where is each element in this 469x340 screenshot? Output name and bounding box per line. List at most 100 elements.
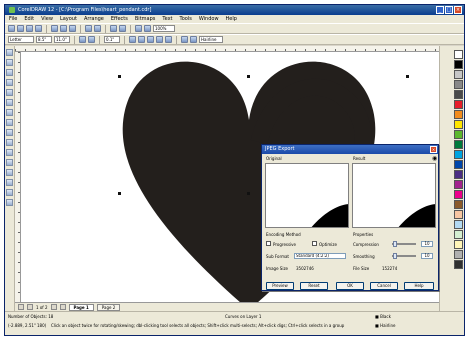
color-swatch[interactable] [454, 230, 463, 239]
corel-online-icon[interactable] [144, 25, 151, 32]
color-swatch[interactable] [454, 70, 463, 79]
color-swatch[interactable] [454, 220, 463, 229]
selection-handle[interactable] [247, 75, 250, 78]
portrait-icon[interactable] [79, 36, 86, 43]
color-swatch[interactable] [454, 60, 463, 69]
menu-bitmaps[interactable]: Bitmaps [135, 16, 156, 22]
shape-tool-icon[interactable] [6, 59, 13, 66]
interactive-fill-tool-icon[interactable] [6, 199, 13, 206]
previous-page-icon[interactable] [27, 304, 33, 310]
reset-button[interactable]: Reset [300, 282, 328, 290]
copy-icon[interactable] [60, 25, 67, 32]
compression-value-field[interactable]: 10 [421, 241, 433, 247]
color-swatch[interactable] [454, 150, 463, 159]
mirror-horizontal-icon[interactable] [138, 36, 145, 43]
smart-fill-tool-icon[interactable] [6, 99, 13, 106]
print-icon[interactable] [35, 25, 42, 32]
save-icon[interactable] [26, 25, 33, 32]
import-icon[interactable] [110, 25, 117, 32]
color-swatch[interactable] [454, 260, 463, 269]
color-swatch[interactable] [454, 180, 463, 189]
last-page-icon[interactable] [59, 304, 66, 310]
color-swatch[interactable] [454, 80, 463, 89]
break-apart-icon[interactable] [156, 36, 163, 43]
menu-file[interactable]: File [9, 16, 17, 22]
ellipse-tool-icon[interactable] [6, 119, 13, 126]
color-swatch[interactable] [454, 140, 463, 149]
tab-page-1[interactable]: Page 1 [68, 303, 94, 311]
zoom-preview-icon[interactable]: ◉ [432, 155, 437, 162]
color-swatch[interactable] [454, 240, 463, 249]
color-swatch[interactable] [454, 200, 463, 209]
rotate-icon[interactable] [129, 36, 136, 43]
color-swatch[interactable] [454, 170, 463, 179]
cut-icon[interactable] [51, 25, 58, 32]
color-swatch[interactable] [454, 120, 463, 129]
basic-shapes-tool-icon[interactable] [6, 139, 13, 146]
color-swatch[interactable] [454, 100, 463, 109]
color-swatch[interactable] [454, 50, 463, 59]
optimize-checkbox[interactable] [312, 241, 317, 246]
color-swatch[interactable] [454, 130, 463, 139]
sub-format-select[interactable]: Standard (4:2:2) [294, 253, 346, 259]
close-icon[interactable]: × [454, 6, 462, 14]
selection-handle[interactable] [247, 192, 250, 195]
selection-handle[interactable] [406, 75, 409, 78]
menu-effects[interactable]: Effects [111, 16, 128, 22]
zoom-tool-icon[interactable] [6, 79, 13, 86]
new-document-icon[interactable] [8, 25, 15, 32]
menu-edit[interactable]: Edit [24, 16, 34, 22]
preview-button[interactable]: Preview [266, 282, 294, 290]
progressive-checkbox[interactable] [266, 241, 271, 246]
page-width-field[interactable]: 8.5" [36, 36, 52, 43]
compression-slider-thumb[interactable] [393, 241, 397, 247]
dialog-close-icon[interactable]: × [430, 146, 437, 153]
maximize-icon[interactable]: □ [445, 6, 453, 14]
menu-view[interactable]: View [41, 16, 53, 22]
original-preview[interactable] [265, 163, 349, 228]
crop-tool-icon[interactable] [6, 69, 13, 76]
color-swatch[interactable] [454, 210, 463, 219]
outline-width-select[interactable]: Hairline [199, 36, 223, 43]
convert-to-curves-icon[interactable] [165, 36, 172, 43]
smoothing-value-field[interactable]: 10 [421, 253, 433, 259]
page-height-field[interactable]: 11.0" [54, 36, 70, 43]
menu-layout[interactable]: Layout [60, 16, 77, 22]
page-size-select[interactable]: Letter [8, 36, 34, 43]
color-swatch[interactable] [454, 110, 463, 119]
paste-icon[interactable] [69, 25, 76, 32]
help-button[interactable]: Help [404, 282, 434, 290]
color-swatch[interactable] [454, 190, 463, 199]
undo-icon[interactable] [85, 25, 92, 32]
eyedropper-tool-icon[interactable] [6, 169, 13, 176]
color-swatch[interactable] [454, 160, 463, 169]
first-page-icon[interactable] [18, 304, 24, 310]
polygon-tool-icon[interactable] [6, 129, 13, 136]
result-preview[interactable] [352, 163, 436, 228]
tab-page-2[interactable]: Page 2 [96, 303, 121, 311]
smoothing-slider-thumb[interactable] [393, 253, 397, 259]
interactive-blend-tool-icon[interactable] [6, 159, 13, 166]
mirror-vertical-icon[interactable] [147, 36, 154, 43]
color-swatch[interactable] [454, 250, 463, 259]
freehand-tool-icon[interactable] [6, 89, 13, 96]
open-icon[interactable] [17, 25, 24, 32]
pick-tool-icon[interactable] [6, 49, 13, 56]
fill-tool-icon[interactable] [6, 189, 13, 196]
menu-arrange[interactable]: Arrange [84, 16, 104, 22]
cancel-button[interactable]: Cancel [370, 282, 398, 290]
ok-button[interactable]: OK [336, 282, 364, 290]
rectangle-tool-icon[interactable] [6, 109, 13, 116]
wrap-text-icon[interactable] [181, 36, 188, 43]
next-page-icon[interactable] [50, 304, 57, 310]
outline-pen-icon[interactable] [190, 36, 197, 43]
zoom-level-field[interactable]: 100% [153, 25, 175, 32]
application-launcher-icon[interactable] [135, 25, 142, 32]
menu-text[interactable]: Text [162, 16, 172, 22]
nudge-distance-field[interactable]: 0.1" [104, 36, 120, 43]
export-icon[interactable] [119, 25, 126, 32]
color-swatch[interactable] [454, 90, 463, 99]
text-tool-icon[interactable] [6, 149, 13, 156]
outline-tool-icon[interactable] [6, 179, 13, 186]
menu-window[interactable]: Window [199, 16, 219, 22]
